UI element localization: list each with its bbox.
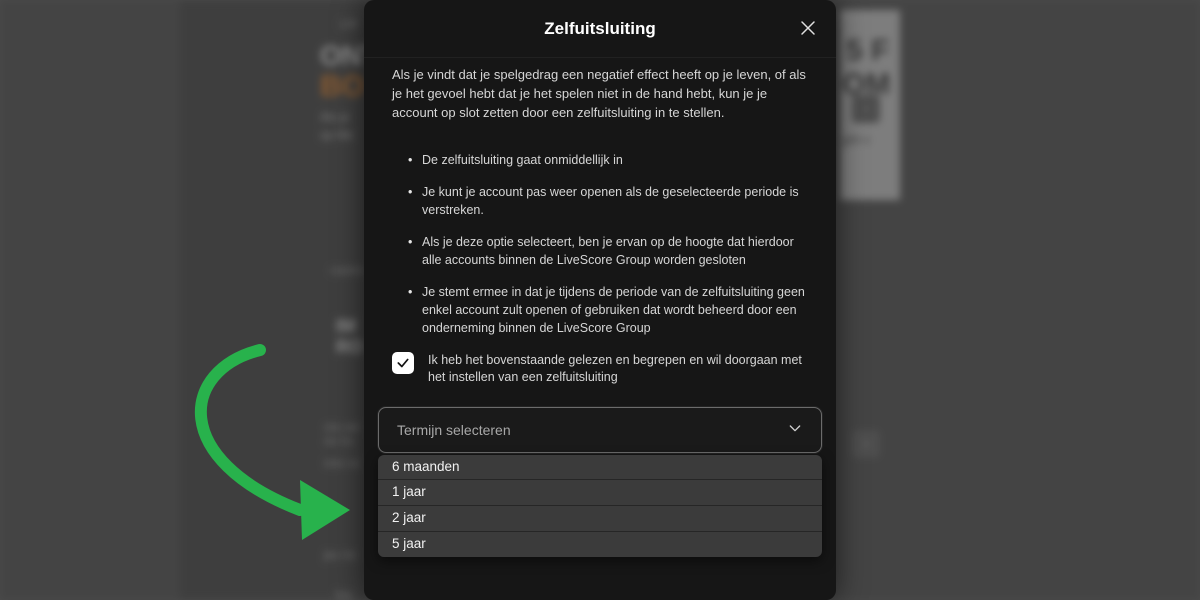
modal-title: Zelfuitsluiting — [544, 19, 655, 39]
bg-r1: 5 F — [846, 34, 889, 68]
bullet-item: Als je deze optie selecteert, ben je erv… — [408, 233, 808, 269]
bullet-item: De zelfuitsluiting gaat onmiddellijk in — [408, 151, 808, 169]
bg-carousel-next-1: › — [852, 95, 880, 123]
term-option[interactable]: 1 jaar — [378, 480, 822, 506]
bg-p1: Als je — [320, 110, 349, 124]
bullet-list: De zelfuitsluiting gaat onmiddellijk in … — [392, 151, 808, 338]
term-option[interactable]: 2 jaar — [378, 506, 822, 532]
consent-row: Ik heb het bovenstaande gelezen en begre… — [392, 352, 808, 387]
intro-text: Als je vindt dat je spelgedrag een negat… — [392, 66, 808, 123]
consent-checkbox[interactable] — [392, 352, 414, 374]
bg-card: IM RO — [336, 316, 363, 358]
bullet-item: Je stemt ermee in dat je tijdens de peri… — [408, 283, 808, 337]
bg-t5: Sta — [334, 588, 352, 600]
close-icon — [799, 19, 817, 37]
bg-r3: ght v — [842, 132, 870, 147]
bg-nav: LIV — [340, 17, 358, 31]
close-button[interactable] — [794, 14, 822, 42]
term-option[interactable]: 5 jaar — [378, 532, 822, 557]
consent-text: Ik heb het bovenstaande gelezen en begre… — [428, 352, 808, 387]
modal-header: Zelfuitsluiting — [364, 0, 836, 58]
bg-t4: jke Int — [324, 548, 356, 562]
bg-t1: cks wir — [324, 420, 361, 434]
term-select-placeholder: Termijn selecteren — [397, 422, 511, 438]
chevron-down-icon — [787, 420, 803, 439]
bg-h1b: BO — [320, 70, 365, 104]
term-dropdown: 6 maanden 1 jaar 2 jaar 5 jaar — [378, 455, 822, 558]
bg-t3: icks vs — [324, 456, 360, 470]
bg-carousel-next-2: › — [852, 430, 880, 458]
term-select-wrap: Termijn selecteren 6 maanden 1 jaar 2 ja… — [364, 407, 836, 453]
bg-p2: op Me — [320, 128, 353, 142]
self-exclusion-modal: Zelfuitsluiting Als je vindt dat je spel… — [364, 0, 836, 600]
checkmark-icon — [396, 356, 410, 370]
term-option[interactable]: 6 maanden — [378, 455, 822, 481]
term-select[interactable]: Termijn selecteren — [378, 407, 822, 453]
modal-body: Als je vindt dat je spelgedrag een negat… — [364, 58, 836, 387]
bg-tag: casino — [330, 263, 365, 277]
bg-t2: rie Irv — [324, 434, 354, 448]
bullet-item: Je kunt je account pas weer openen als d… — [408, 183, 808, 219]
